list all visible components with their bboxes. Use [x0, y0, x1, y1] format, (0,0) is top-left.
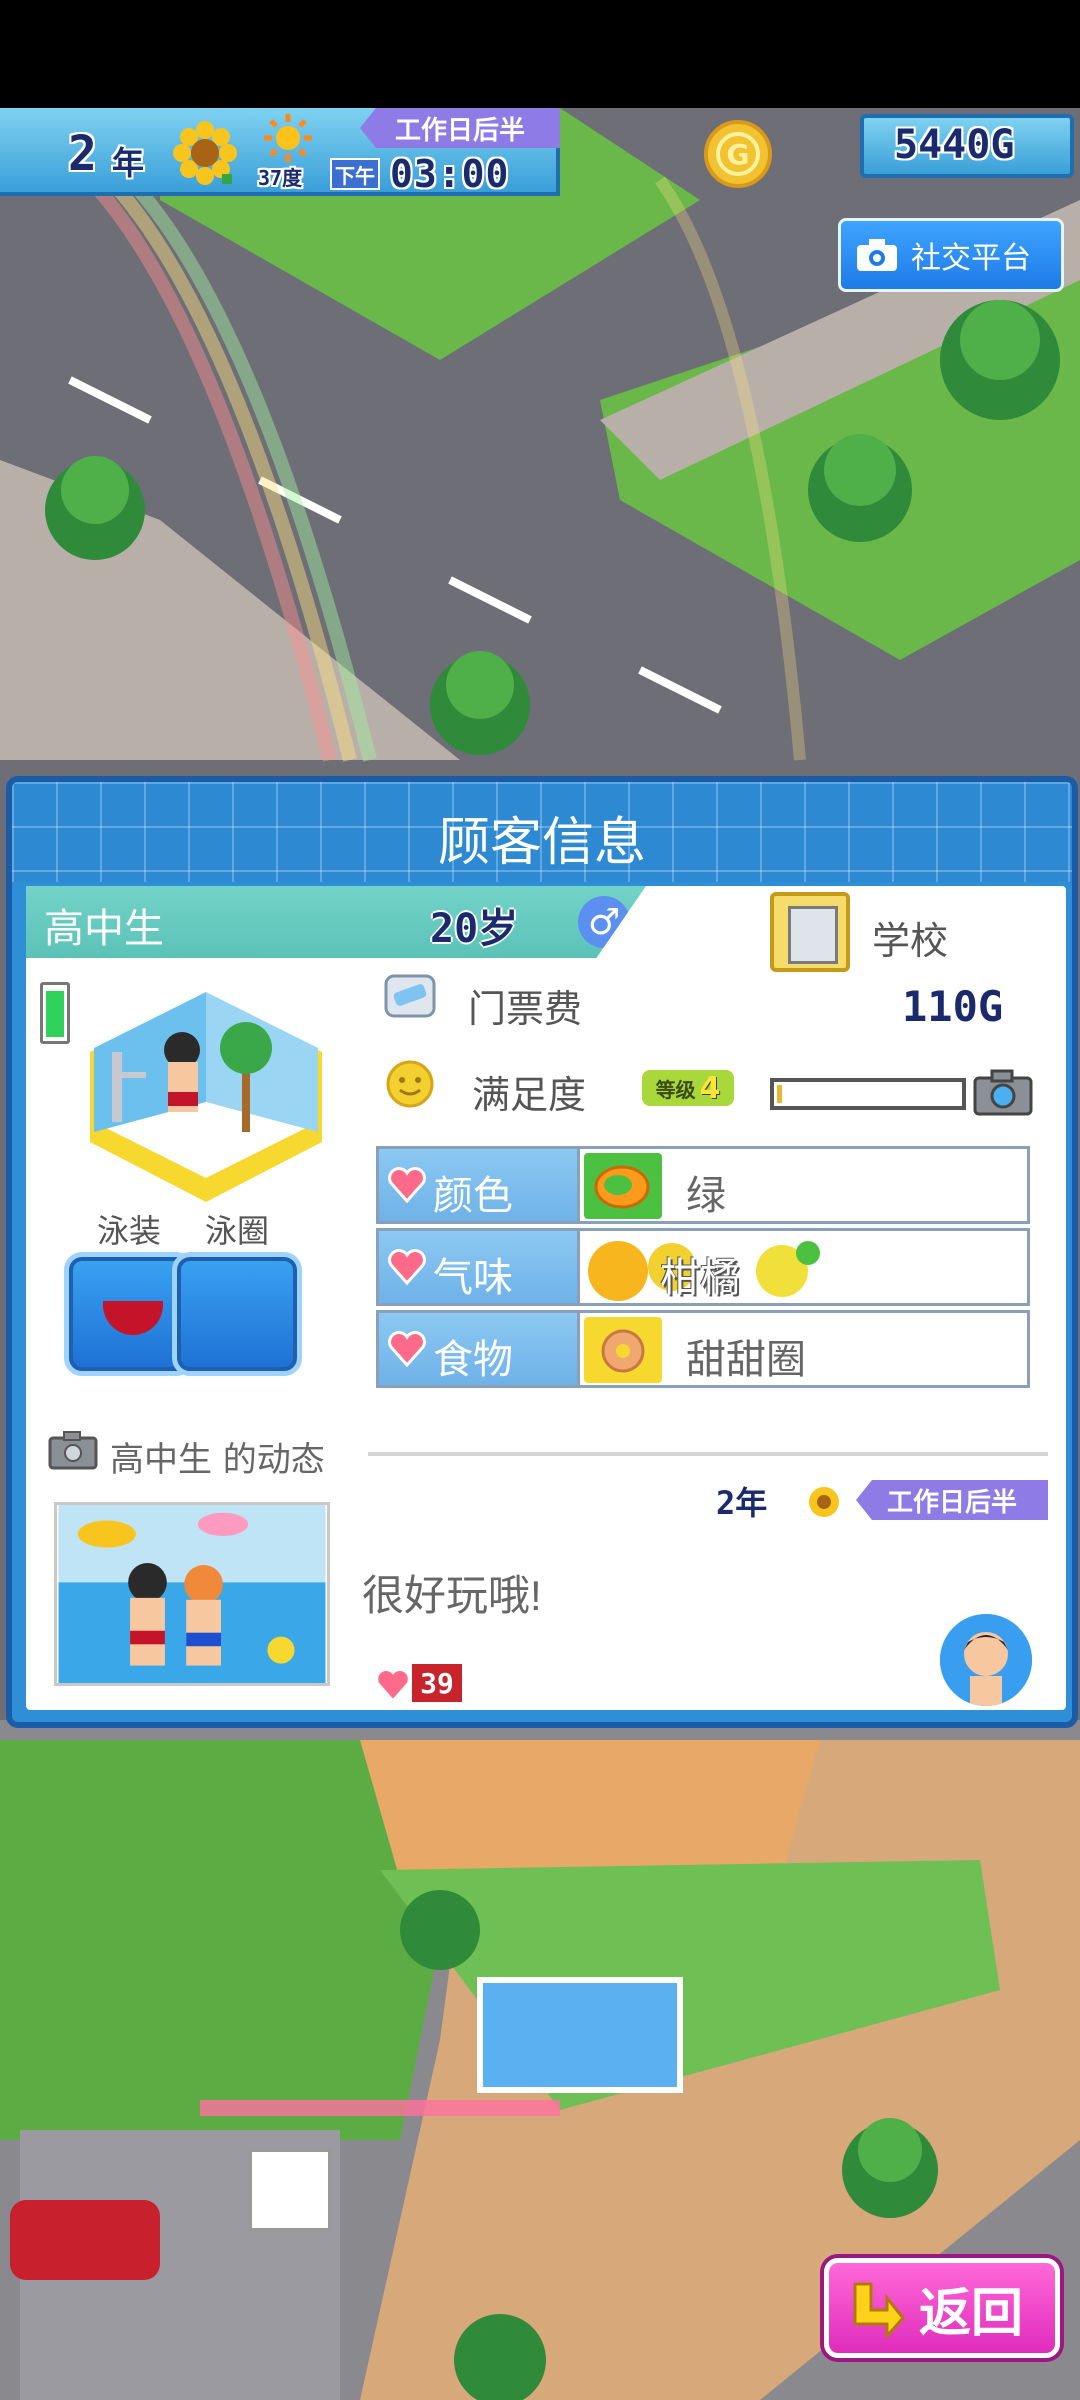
heart-icon — [388, 1249, 426, 1286]
preference-key-label: 颜色 — [433, 1174, 513, 1218]
preference-value-label: 绿 — [686, 1174, 726, 1218]
camera-icon[interactable] — [972, 1068, 1034, 1118]
preference-key: 气味 — [376, 1228, 580, 1306]
post-period-badge: 工作日后半 — [856, 1480, 1048, 1520]
customer-type: 高中生 — [44, 907, 164, 951]
ticket-icon — [384, 974, 436, 1018]
post-like-count: 39 — [412, 1664, 462, 1702]
game-hud: 2 年 37度 工作日后半 下午 03:00 G 5440G — [0, 108, 1080, 196]
satisfaction-level-badge: 等级 4 — [642, 1070, 734, 1106]
hud-clock: 03:00 — [390, 152, 510, 196]
ticket-fee-value: 110G — [902, 982, 1004, 1031]
hud-money-panel: 5440G — [860, 114, 1074, 178]
hud-date-panel: 2 年 37度 工作日后半 下午 03:00 — [0, 108, 560, 196]
hud-year-unit: 年 — [112, 144, 145, 182]
camera-icon — [48, 1431, 98, 1470]
dialog-content: 高中生 20岁 ♂ 学校 泳装 泳圈 门票费 110G 满足度 等级 4 颜色 … — [26, 886, 1066, 1710]
post-photo[interactable] — [54, 1502, 330, 1686]
back-button-label: 返回 — [919, 2284, 1024, 2343]
preference-row-food: 食物 甜甜圈 — [376, 1310, 1030, 1388]
hud-ampm-badge: 下午 — [330, 158, 380, 190]
activity-title: 高中生 的动态 — [110, 1440, 325, 1480]
social-platform-button[interactable]: 社交平台 — [838, 218, 1064, 292]
satisfaction-bar — [770, 1078, 966, 1110]
customer-age: 20岁 — [430, 906, 519, 952]
swim-ring-slot[interactable] — [172, 1252, 302, 1376]
status-bar-area — [0, 0, 1080, 108]
dialog-title: 顾客信息 — [437, 814, 646, 872]
sunflower-icon — [809, 1487, 839, 1517]
stamina-battery-icon — [40, 982, 70, 1044]
post-year: 2年 — [716, 1484, 768, 1522]
activity-header: 高中生 的动态 — [48, 1426, 1048, 1480]
hud-period-badge: 工作日后半 — [360, 108, 560, 148]
male-gender-icon: ♂ — [578, 896, 630, 948]
preference-key: 颜色 — [376, 1146, 580, 1224]
preference-row-scent: 气味 柑橘 — [376, 1228, 1030, 1306]
customer-home-label: 学校 — [872, 919, 949, 963]
sunflower-icon — [173, 121, 237, 185]
swimsuit-icon — [103, 1301, 163, 1335]
heart-icon[interactable] — [376, 1668, 410, 1702]
smiley-icon — [386, 1060, 434, 1108]
avatar — [940, 1614, 1032, 1706]
preference-value-label: 柑橘 — [660, 1256, 740, 1300]
preference-row-color: 颜色 绿 — [376, 1146, 1030, 1224]
green-paint-icon — [584, 1153, 662, 1219]
level-prefix: 等级 — [655, 1077, 696, 1102]
level-value: 4 — [699, 1070, 721, 1106]
social-platform-label: 社交平台 — [911, 241, 1031, 276]
satisfaction-bar-fill — [777, 1085, 783, 1103]
preference-key-label: 气味 — [433, 1256, 513, 1300]
satisfaction-label: 满足度 — [472, 1073, 587, 1117]
preference-value: 柑橘 — [580, 1228, 1030, 1306]
school-icon — [770, 892, 850, 972]
hud-temperature: 37度 — [258, 166, 303, 190]
back-arrow-icon — [853, 2282, 905, 2338]
coin-icon: G — [704, 120, 772, 188]
back-button[interactable]: 返回 — [824, 2258, 1060, 2358]
preference-value: 绿 — [580, 1146, 1030, 1224]
heart-icon — [388, 1331, 426, 1368]
customer-info-dialog: 顾客信息 高中生 20岁 ♂ 学校 泳装 泳圈 门票费 110G 满足度 等级 … — [6, 776, 1078, 1728]
svg-text:G: G — [727, 138, 750, 171]
donut-icon — [584, 1317, 662, 1383]
ticket-fee-label: 门票费 — [468, 987, 583, 1031]
preference-value-label: 甜甜圈 — [686, 1338, 806, 1382]
post-text: 很好玩哦! — [362, 1572, 542, 1619]
hud-money: 5440G — [894, 122, 1015, 168]
preference-key-label: 食物 — [433, 1338, 513, 1382]
preference-value: 甜甜圈 — [580, 1310, 1030, 1388]
camera-icon — [857, 239, 897, 271]
preference-key: 食物 — [376, 1310, 580, 1388]
customer-name-band: 高中生 20岁 ♂ — [26, 886, 646, 958]
hud-year-number: 2 — [68, 126, 97, 182]
sun-icon — [264, 114, 312, 162]
pool-room-illustration — [90, 992, 322, 1202]
heart-icon — [388, 1167, 426, 1204]
divider — [368, 1452, 1048, 1456]
swim-ring-label: 泳圈 — [204, 1212, 269, 1250]
